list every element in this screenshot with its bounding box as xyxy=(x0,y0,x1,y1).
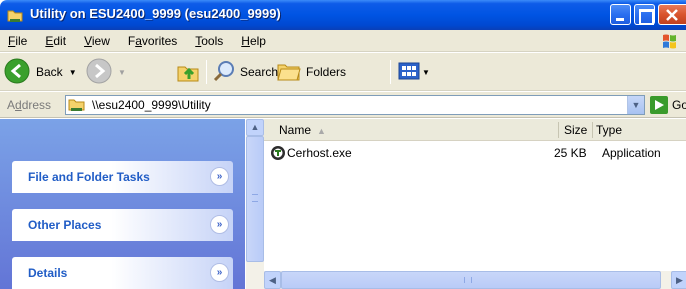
column-type[interactable]: Type xyxy=(596,123,622,137)
forward-button[interactable]: ▼ xyxy=(86,58,126,86)
go-button[interactable]: Go xyxy=(650,96,686,114)
search-label: Search xyxy=(240,65,279,79)
back-dropdown-icon[interactable]: ▼ xyxy=(69,68,77,77)
title-bar[interactable]: Utility on ESU2400_9999 (esu2400_9999) xyxy=(0,0,686,30)
up-folder-button[interactable] xyxy=(176,58,200,86)
menu-edit[interactable]: Edit xyxy=(36,34,75,48)
up-folder-icon xyxy=(176,59,200,86)
back-label: Back xyxy=(36,65,63,79)
column-headers: Name ▲ Size Type xyxy=(264,119,686,141)
column-size[interactable]: Size xyxy=(564,123,587,137)
task-pane-scrollbar[interactable]: ▲ ▼ xyxy=(246,119,264,289)
expand-chevron-icon[interactable]: » xyxy=(210,263,229,282)
sort-ascending-icon: ▲ xyxy=(317,126,326,136)
back-button[interactable]: Back ▼ xyxy=(4,58,77,86)
folders-label: Folders xyxy=(306,65,347,79)
file-list-scrollbar[interactable]: ◀ ▶ xyxy=(246,271,686,289)
expand-chevron-icon[interactable]: » xyxy=(210,215,229,234)
search-icon xyxy=(212,59,236,86)
go-label: Go xyxy=(672,98,686,112)
forward-dropdown-icon[interactable]: ▼ xyxy=(118,68,126,77)
list-item[interactable]: Cerhost.exe 25 KB Application xyxy=(264,145,686,163)
search-button[interactable]: Search xyxy=(212,58,278,86)
file-size: 25 KB xyxy=(554,146,587,160)
panel-other-places[interactable]: Other Places » xyxy=(12,209,233,241)
scroll-left-icon[interactable]: ◀ xyxy=(264,271,281,289)
maximize-button[interactable] xyxy=(634,4,655,25)
column-name[interactable]: Name ▲ xyxy=(279,123,326,137)
task-pane: File and Folder Tasks » Other Places » D… xyxy=(0,119,245,289)
panel-details[interactable]: Details » xyxy=(12,257,233,289)
menu-tools[interactable]: Tools xyxy=(186,34,232,48)
toolbar: Back ▼ ▼ Search Folders ▼ xyxy=(0,53,686,91)
application-icon xyxy=(270,145,286,161)
menu-favorites[interactable]: Favorites xyxy=(119,34,186,48)
menu-bar: File Edit View Favorites Tools Help xyxy=(0,30,686,52)
forward-arrow-icon xyxy=(86,58,112,87)
scroll-thumb[interactable] xyxy=(246,136,264,262)
scroll-right-icon[interactable]: ▶ xyxy=(671,271,686,289)
windows-logo-icon xyxy=(660,32,680,50)
address-input[interactable]: \\esu2400_9999\Utility ▼ xyxy=(65,95,645,115)
address-value: \\esu2400_9999\Utility xyxy=(92,98,211,112)
expand-chevron-icon[interactable]: » xyxy=(210,167,229,186)
minimize-button[interactable] xyxy=(610,4,631,25)
menu-help[interactable]: Help xyxy=(232,34,275,48)
back-arrow-icon xyxy=(4,58,30,87)
scroll-thumb[interactable] xyxy=(281,271,661,289)
network-folder-icon xyxy=(6,6,24,24)
panel-title: File and Folder Tasks xyxy=(28,170,150,184)
window-title: Utility on ESU2400_9999 (esu2400_9999) xyxy=(30,6,281,21)
folders-icon xyxy=(276,59,302,86)
file-type: Application xyxy=(602,146,661,160)
panel-title: Other Places xyxy=(28,218,102,232)
file-list: Name ▲ Size Type Cerhost.exe 25 KB Applic… xyxy=(264,119,686,271)
address-label: Address xyxy=(7,98,52,112)
menu-file[interactable]: File xyxy=(0,34,36,48)
views-button[interactable]: ▼ xyxy=(398,58,430,86)
views-icon xyxy=(398,61,420,84)
network-folder-icon xyxy=(68,97,86,113)
toolbar-separator xyxy=(206,60,207,84)
views-dropdown-icon[interactable]: ▼ xyxy=(422,68,430,77)
toolbar-separator xyxy=(390,60,391,84)
menu-view[interactable]: View xyxy=(75,34,119,48)
folders-button[interactable]: Folders xyxy=(276,58,346,86)
address-dropdown-icon[interactable]: ▼ xyxy=(627,96,644,114)
panel-title: Details xyxy=(28,266,68,280)
panel-file-and-folder-tasks[interactable]: File and Folder Tasks » xyxy=(12,161,233,193)
go-arrow-icon xyxy=(650,96,668,114)
scroll-up-icon[interactable]: ▲ xyxy=(246,119,264,136)
address-bar: Address \\esu2400_9999\Utility ▼ Go xyxy=(0,92,686,118)
file-name: Cerhost.exe xyxy=(287,146,352,160)
close-button[interactable] xyxy=(658,4,686,25)
